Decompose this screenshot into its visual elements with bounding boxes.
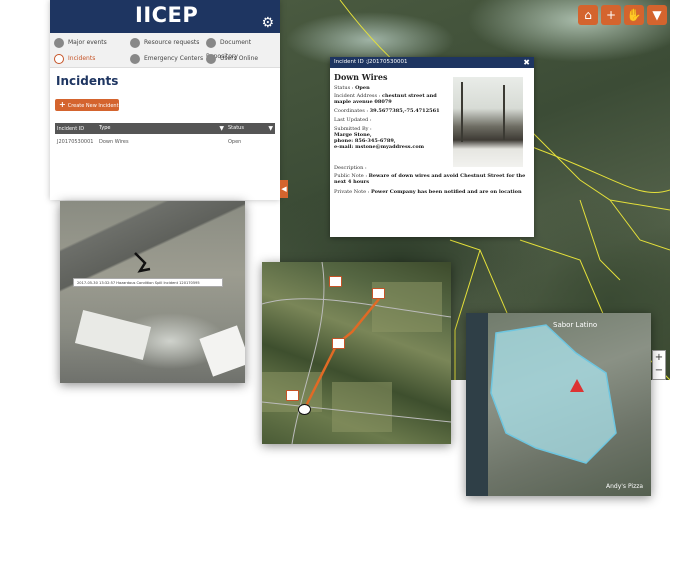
hazard-marker-icon[interactable] [332, 338, 345, 349]
incident-tooltip: 2017-05-30 13:32:57 Hazardous Condition … [73, 278, 223, 287]
field-label: Last Updated : [334, 117, 372, 123]
incident-popup: Incident ID :J20170530001 ✖ Down Wires S… [330, 57, 534, 237]
cell-type: Down Wires [99, 139, 129, 145]
collapse-panel-button[interactable]: ◀ [280, 180, 288, 198]
sidebar-panel: IICEP ⚙ Major events Resource requests D… [50, 0, 280, 200]
field-value: Power Company has been notified and are … [370, 189, 522, 195]
main-nav: Major events Resource requests Document … [50, 33, 280, 68]
column-label: Status [228, 125, 244, 131]
nav-incidents[interactable]: Incidents [54, 52, 95, 66]
zoom-out-button[interactable]: − [653, 364, 665, 377]
app-logo: IICEP [135, 3, 199, 27]
field-label: Status : [334, 85, 356, 91]
close-icon[interactable]: ✖ [523, 57, 530, 68]
nav-label: Incidents [68, 55, 96, 62]
submitted-by-field: Submitted By : Marge Stone, phone: 856-3… [334, 126, 454, 150]
incidents-table: Incident ID Type ▼ Status ▼ J20170530001 D… [55, 123, 275, 150]
column-label: Incident ID [57, 125, 85, 132]
field-label: Description : [334, 165, 367, 171]
tooltip-text: 2017-05-30 13:32:57 Hazardous Condition … [77, 281, 200, 285]
nav-label: Resource requests [144, 39, 200, 46]
circle-dot-icon [54, 37, 64, 48]
nav-label: Users Online [220, 55, 259, 62]
field-value: Open [355, 85, 370, 91]
private-note-field: Private Note : Power Company has been no… [334, 189, 529, 195]
nav-label: Major events [68, 39, 107, 46]
filter-icon[interactable]: ▼ [268, 125, 273, 132]
table-header-row: Incident ID Type ▼ Status ▼ [55, 123, 275, 134]
create-incident-button[interactable]: + Create New Incident [55, 99, 119, 111]
nav-emergency-centers[interactable]: Emergency Centers [130, 52, 203, 66]
page-title: Incidents [56, 74, 119, 88]
warning-triangle-icon[interactable] [570, 379, 584, 392]
public-note-field: Public Note : Beware of down wires and a… [334, 173, 529, 185]
field-label: Coordinates : [334, 108, 370, 114]
aerial-inset-route [262, 262, 451, 444]
column-header[interactable]: Status ▼ [226, 123, 275, 134]
description-field: Description : [334, 165, 454, 171]
column-header[interactable]: Type ▼ [97, 123, 226, 134]
column-header[interactable]: Incident ID [55, 123, 97, 134]
target-icon [54, 53, 64, 64]
column-label: Type [99, 125, 111, 131]
popup-header-text: Incident ID :J20170530001 [334, 59, 408, 65]
photo-detail [503, 85, 505, 140]
gear-icon[interactable]: ⚙ [261, 15, 274, 31]
button-label: Create New Incident [67, 103, 119, 109]
table-row[interactable]: J20170530001 Down Wires Open [55, 134, 275, 150]
hazard-marker-icon[interactable] [329, 276, 342, 287]
address-field: Incident Address : chestnut street and m… [334, 93, 454, 105]
filter-icon[interactable]: ▼ [647, 5, 667, 25]
home-icon[interactable]: ⌂ [578, 5, 598, 25]
app-header: IICEP ⚙ [50, 0, 280, 33]
photo-detail [461, 82, 463, 142]
cell-incident-id: J20170530001 [57, 139, 94, 145]
filter-icon[interactable]: ▼ [219, 125, 224, 132]
hammer-icon [130, 53, 140, 64]
hammer-marker-icon[interactable] [372, 288, 385, 299]
incidents-panel: Incidents + Create New Incident Incident … [50, 68, 280, 200]
last-updated-field: Last Updated : [334, 117, 454, 123]
place-label: Andy's Pizza [606, 483, 644, 490]
coordinates-field: Coordinates : 39.5677385,-75.4712561 [334, 108, 454, 114]
field-value: 39.5677385,-75.4712561 [369, 108, 440, 114]
area-polygon [490, 324, 617, 464]
field-label: Private Note : [334, 189, 371, 195]
aerial-inset-polygon: Sabor Latino Andy's Pizza [466, 313, 651, 496]
aerial-inset-spill: 2017-05-30 13:32:57 Hazardous Condition … [60, 201, 245, 383]
hand-icon[interactable]: ✋ [624, 5, 644, 25]
nav-resource-requests[interactable]: Resource requests [130, 36, 199, 50]
nav-label: Emergency Centers [144, 55, 204, 62]
zoom-in-button[interactable]: + [653, 351, 665, 364]
incident-photo [453, 77, 523, 167]
hazard-marker-icon[interactable] [286, 390, 299, 401]
popup-title: Down Wires [334, 72, 388, 82]
spill-outline [134, 252, 151, 273]
nav-users-online[interactable]: Users Online [206, 52, 258, 66]
nav-major-events[interactable]: Major events [54, 36, 107, 50]
submitter-email: e-mail: mstone@myaddress.com [334, 144, 425, 150]
users-icon [206, 53, 216, 64]
popup-header: Incident ID :J20170530001 ✖ [330, 57, 534, 68]
plus-icon: + [59, 100, 66, 109]
nav-document-repository[interactable]: Document Repository [206, 36, 280, 60]
place-label: Sabor Latino [553, 321, 598, 329]
cell-status: Open [228, 139, 242, 145]
plus-icon[interactable]: + [601, 5, 621, 25]
home-marker-icon[interactable] [298, 404, 311, 415]
wrench-icon [130, 37, 140, 48]
zoom-control[interactable]: + − [652, 350, 666, 380]
building-icon [206, 37, 216, 48]
status-field: Status : Open [334, 85, 454, 91]
route-line [262, 262, 451, 444]
